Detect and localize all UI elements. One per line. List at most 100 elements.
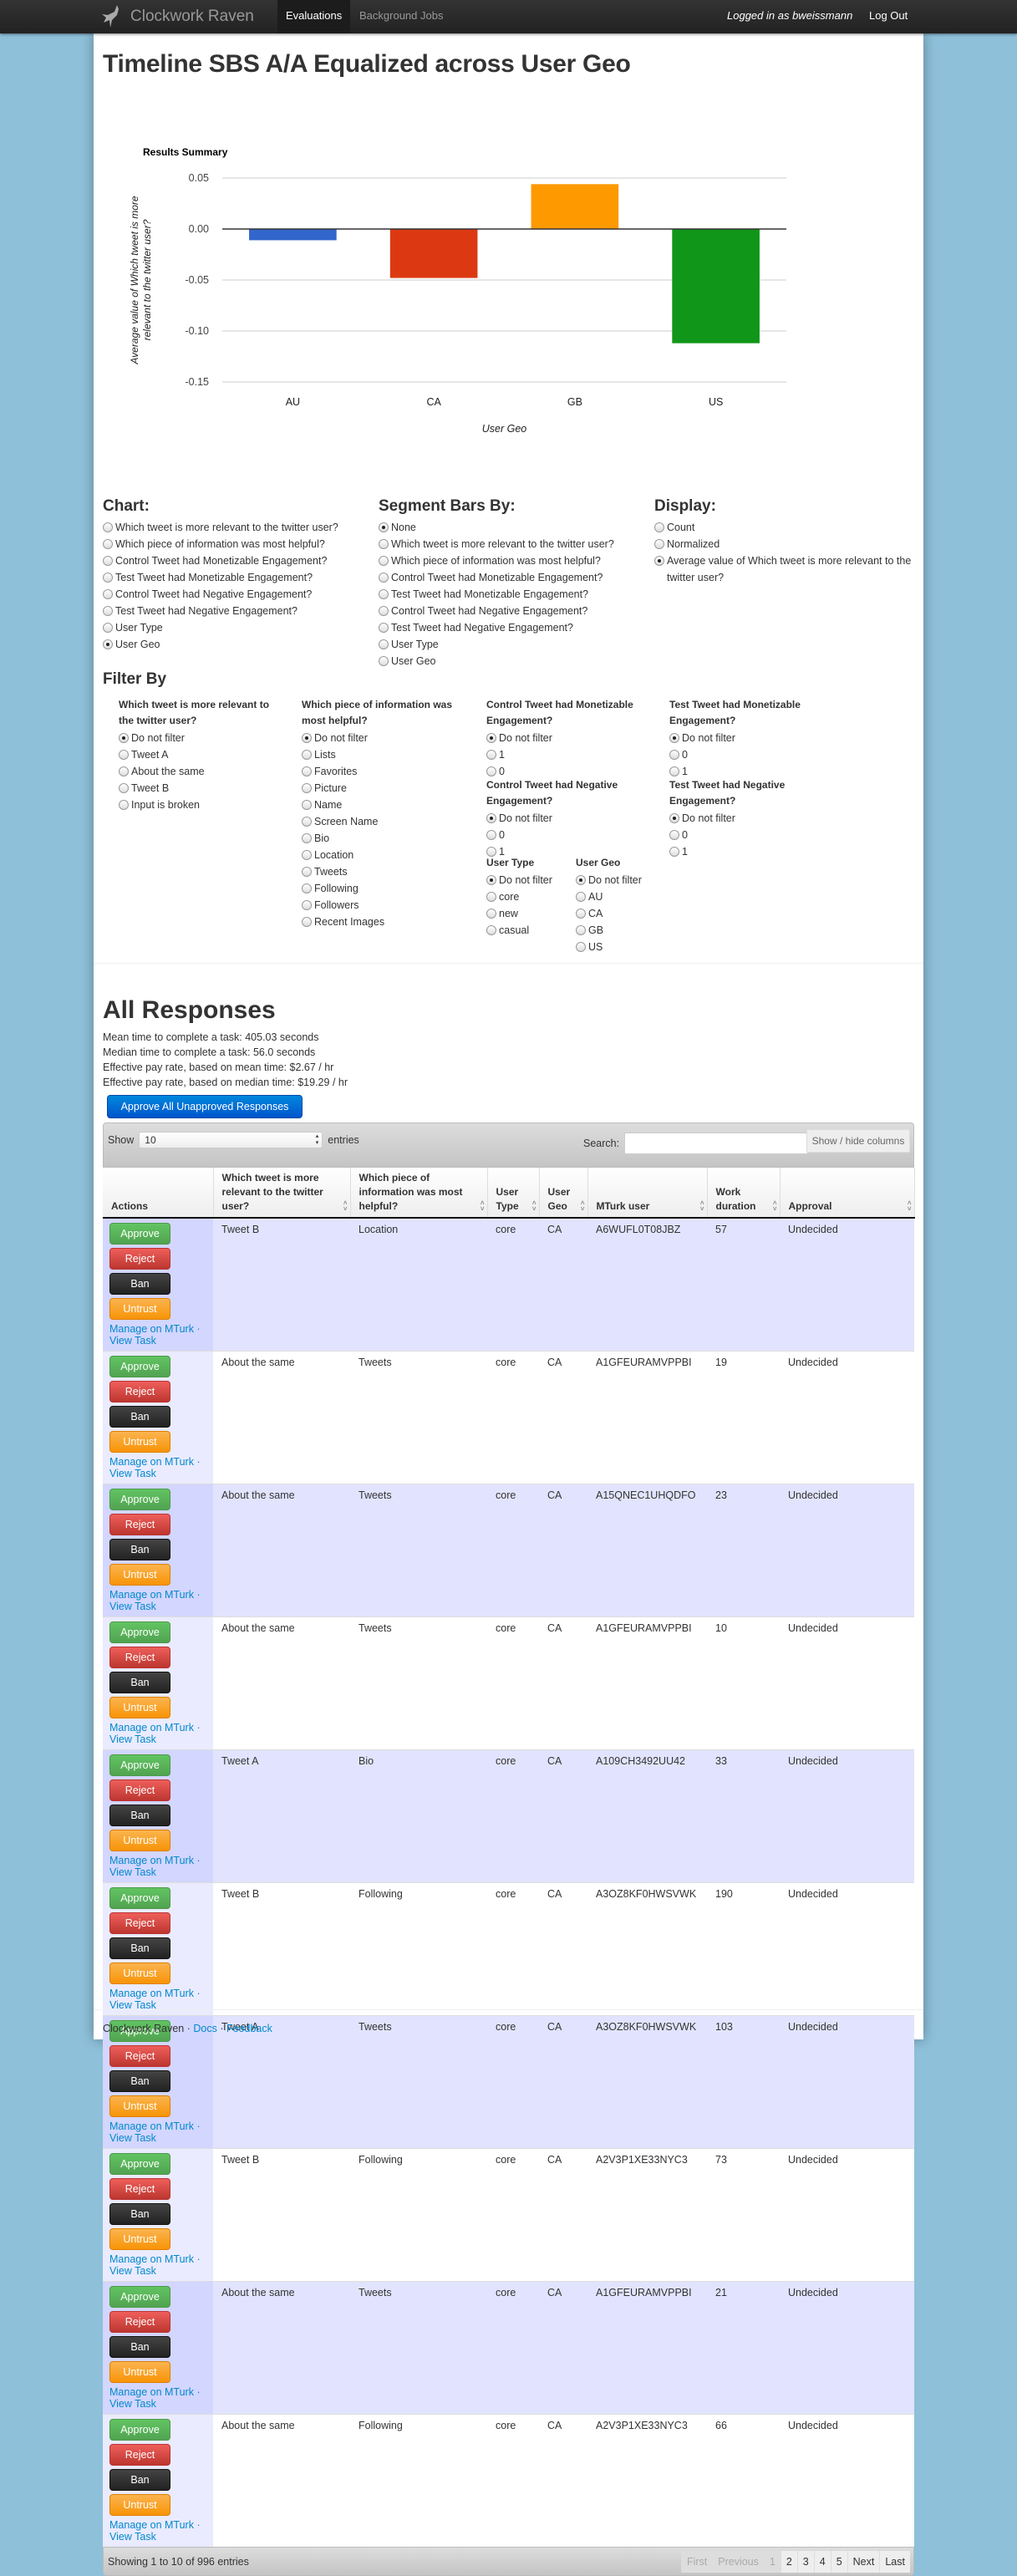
- radio-button[interactable]: [103, 639, 113, 649]
- radio-button[interactable]: [302, 917, 312, 927]
- radio-button[interactable]: [302, 883, 312, 893]
- manage-on-mturk-link[interactable]: Manage on MTurk: [109, 2386, 194, 2398]
- reject-button[interactable]: Reject: [109, 1912, 170, 1934]
- filter-option[interactable]: Do not filter: [302, 730, 460, 746]
- radio-button[interactable]: [576, 892, 586, 902]
- filter-option[interactable]: Name: [302, 797, 460, 813]
- display-option[interactable]: Count: [654, 519, 922, 536]
- segment-option[interactable]: Which tweet is more relevant to the twit…: [379, 536, 614, 552]
- nav-background-jobs[interactable]: Background Jobs: [359, 0, 443, 33]
- segment-option[interactable]: Control Tweet had Negative Engagement?: [379, 603, 614, 619]
- pager-5[interactable]: 5: [830, 2551, 847, 2573]
- display-option[interactable]: Average value of Which tweet is more rel…: [654, 552, 922, 586]
- radio-button[interactable]: [119, 783, 129, 793]
- radio-button[interactable]: [302, 733, 312, 743]
- radio-button[interactable]: [486, 892, 496, 902]
- sort-icon[interactable]: ˄ ˅: [343, 1200, 348, 1213]
- radio-button[interactable]: [302, 850, 312, 860]
- untrust-button[interactable]: Untrust: [109, 1431, 170, 1453]
- filter-option[interactable]: 1: [486, 746, 653, 763]
- manage-on-mturk-link[interactable]: Manage on MTurk: [109, 2519, 194, 2531]
- approve-button[interactable]: Approve: [109, 1223, 170, 1245]
- radio-button[interactable]: [486, 750, 496, 760]
- ban-button[interactable]: Ban: [109, 1539, 170, 1560]
- radio-button[interactable]: [302, 833, 312, 843]
- ban-button[interactable]: Ban: [109, 2203, 170, 2225]
- filter-option[interactable]: Tweet B: [119, 780, 277, 797]
- view-task-link[interactable]: View Task: [109, 1733, 156, 1745]
- radio-button[interactable]: [103, 606, 113, 616]
- filter-option[interactable]: Input is broken: [119, 797, 277, 813]
- nav-evaluations[interactable]: Evaluations: [277, 0, 351, 33]
- filter-option[interactable]: Do not filter: [669, 810, 836, 827]
- column-header[interactable]: Which tweet is more relevant to the twit…: [213, 1168, 351, 1219]
- filter-option[interactable]: casual: [486, 922, 570, 939]
- reject-button[interactable]: Reject: [109, 1248, 170, 1270]
- radio-button[interactable]: [669, 766, 679, 776]
- manage-on-mturk-link[interactable]: Manage on MTurk: [109, 1855, 194, 1866]
- untrust-button[interactable]: Untrust: [109, 2228, 170, 2250]
- pager-3[interactable]: 3: [796, 2551, 814, 2573]
- filter-option[interactable]: new: [486, 905, 570, 922]
- filter-option[interactable]: Bio: [302, 830, 460, 847]
- filter-option[interactable]: Tweet A: [119, 746, 277, 763]
- radio-button[interactable]: [103, 522, 113, 532]
- untrust-button[interactable]: Untrust: [109, 2494, 170, 2516]
- radio-button[interactable]: [103, 539, 113, 549]
- filter-option[interactable]: Do not filter: [576, 872, 659, 888]
- approve-button[interactable]: Approve: [109, 1887, 170, 1909]
- reject-button[interactable]: Reject: [109, 2311, 170, 2333]
- filter-option[interactable]: Favorites: [302, 763, 460, 780]
- filter-option[interactable]: core: [486, 888, 570, 905]
- sort-icon[interactable]: ˄ ˅: [532, 1200, 536, 1213]
- radio-button[interactable]: [103, 573, 113, 583]
- column-header[interactable]: MTurk user ˄ ˅: [587, 1168, 708, 1219]
- filter-option[interactable]: Following: [302, 880, 460, 897]
- approve-all-button[interactable]: Approve All Unapproved Responses: [107, 1095, 303, 1118]
- manage-on-mturk-link[interactable]: Manage on MTurk: [109, 2253, 194, 2265]
- sort-icon[interactable]: ˄ ˅: [700, 1200, 704, 1213]
- radio-button[interactable]: [379, 623, 389, 633]
- manage-on-mturk-link[interactable]: Manage on MTurk: [109, 1722, 194, 1733]
- pager-last[interactable]: Last: [879, 2551, 910, 2573]
- column-header[interactable]: User Type ˄ ˅: [487, 1168, 540, 1219]
- approve-button[interactable]: Approve: [109, 1621, 170, 1643]
- radio-button[interactable]: [669, 847, 679, 857]
- radio-button[interactable]: [103, 623, 113, 633]
- show-hide-columns-button[interactable]: Show / hide columns: [806, 1129, 910, 1153]
- ban-button[interactable]: Ban: [109, 1273, 170, 1295]
- ban-button[interactable]: Ban: [109, 1672, 170, 1693]
- approve-button[interactable]: Approve: [109, 1754, 170, 1776]
- ban-button[interactable]: Ban: [109, 2469, 170, 2491]
- radio-button[interactable]: [379, 589, 389, 599]
- approve-button[interactable]: Approve: [109, 1356, 170, 1377]
- view-task-link[interactable]: View Task: [109, 2132, 156, 2144]
- filter-option[interactable]: About the same: [119, 763, 277, 780]
- ban-button[interactable]: Ban: [109, 2336, 170, 2358]
- approve-button[interactable]: Approve: [109, 2153, 170, 2175]
- pager-4[interactable]: 4: [813, 2551, 831, 2573]
- view-task-link[interactable]: View Task: [109, 2265, 156, 2277]
- radio-button[interactable]: [302, 867, 312, 877]
- radio-button[interactable]: [103, 556, 113, 566]
- radio-button[interactable]: [486, 830, 496, 840]
- filter-option[interactable]: Do not filter: [486, 872, 570, 888]
- filter-option[interactable]: Recent Images: [302, 914, 460, 930]
- manage-on-mturk-link[interactable]: Manage on MTurk: [109, 1589, 194, 1601]
- radio-button[interactable]: [379, 656, 389, 666]
- column-header[interactable]: Which piece of information was most help…: [350, 1168, 488, 1219]
- approve-button[interactable]: Approve: [109, 2286, 170, 2308]
- view-task-link[interactable]: View Task: [109, 1601, 156, 1612]
- reject-button[interactable]: Reject: [109, 2045, 170, 2067]
- untrust-button[interactable]: Untrust: [109, 1298, 170, 1320]
- filter-option[interactable]: Followers: [302, 897, 460, 914]
- reject-button[interactable]: Reject: [109, 1381, 170, 1403]
- filter-option[interactable]: 0: [669, 746, 836, 763]
- radio-button[interactable]: [486, 925, 496, 935]
- pager-2[interactable]: 2: [780, 2551, 797, 2573]
- view-task-link[interactable]: View Task: [109, 2398, 156, 2410]
- untrust-button[interactable]: Untrust: [109, 2361, 170, 2383]
- ban-button[interactable]: Ban: [109, 2070, 170, 2092]
- radio-button[interactable]: [379, 573, 389, 583]
- radio-button[interactable]: [669, 830, 679, 840]
